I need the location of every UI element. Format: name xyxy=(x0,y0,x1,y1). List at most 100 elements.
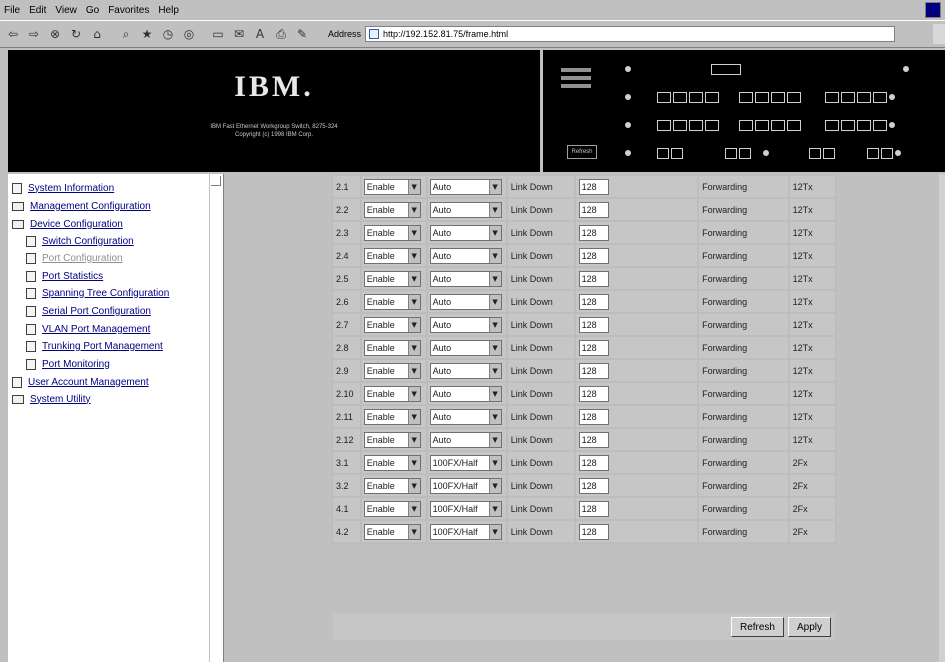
favorites-icon[interactable]: ★ xyxy=(138,25,156,43)
dropdown-arrow-icon[interactable]: ▼ xyxy=(407,432,420,447)
dropdown-arrow-icon[interactable]: ▼ xyxy=(488,317,501,332)
back-icon[interactable]: ⇦ xyxy=(4,25,22,43)
port-icon[interactable] xyxy=(739,91,753,103)
port-speed-select[interactable]: Auto ▼ xyxy=(429,385,502,402)
fiber-port-icon[interactable] xyxy=(809,147,821,159)
fiber-port-icon[interactable] xyxy=(739,147,751,159)
dropdown-arrow-icon[interactable]: ▼ xyxy=(407,455,420,470)
dropdown-arrow-icon[interactable]: ▼ xyxy=(488,501,501,516)
mail-icon[interactable]: ✉ xyxy=(230,25,248,43)
search-icon[interactable]: ⌕ xyxy=(117,25,135,43)
port-enable-select[interactable]: Enable ▼ xyxy=(363,270,421,287)
port-speed-select[interactable]: Auto ▼ xyxy=(429,362,502,379)
dropdown-arrow-icon[interactable]: ▼ xyxy=(488,478,501,493)
dropdown-arrow-icon[interactable]: ▼ xyxy=(407,317,420,332)
forward-icon[interactable]: ⇨ xyxy=(25,25,43,43)
port-icon[interactable] xyxy=(657,119,671,131)
port-speed-select[interactable]: Auto ▼ xyxy=(429,316,502,333)
port-priority-input[interactable]: 128 xyxy=(578,201,609,218)
port-icon[interactable] xyxy=(689,119,703,131)
port-icon[interactable] xyxy=(755,119,769,131)
port-enable-select[interactable]: Enable ▼ xyxy=(363,408,421,425)
port-icon[interactable] xyxy=(673,119,687,131)
dropdown-arrow-icon[interactable]: ▼ xyxy=(488,363,501,378)
dropdown-arrow-icon[interactable]: ▼ xyxy=(488,524,501,539)
port-icon[interactable] xyxy=(825,119,839,131)
dropdown-arrow-icon[interactable]: ▼ xyxy=(488,248,501,263)
dropdown-arrow-icon[interactable]: ▼ xyxy=(488,225,501,240)
tree-item[interactable]: Trunking Port Management xyxy=(26,338,163,354)
menu-item-view[interactable]: View xyxy=(55,5,77,16)
port-speed-select[interactable]: 100FX/Half ▼ xyxy=(429,477,502,494)
port-priority-input[interactable]: 128 xyxy=(578,316,609,333)
stop-icon[interactable]: ⊗ xyxy=(46,25,64,43)
fullscreen-icon[interactable]: ▭ xyxy=(209,25,227,43)
dropdown-arrow-icon[interactable]: ▼ xyxy=(407,478,420,493)
port-enable-select[interactable]: Enable ▼ xyxy=(363,477,421,494)
port-priority-input[interactable]: 128 xyxy=(578,523,609,540)
port-icon[interactable] xyxy=(825,91,839,103)
address-input[interactable]: http://192.152.81.75/frame.html xyxy=(365,26,896,42)
port-enable-select[interactable]: Enable ▼ xyxy=(363,247,421,264)
port-speed-select[interactable]: 100FX/Half ▼ xyxy=(429,523,502,540)
port-priority-input[interactable]: 128 xyxy=(578,431,609,448)
tree-item[interactable]: User Account Management xyxy=(12,374,149,390)
dropdown-arrow-icon[interactable]: ▼ xyxy=(488,455,501,470)
port-icon[interactable] xyxy=(739,119,753,131)
port-enable-select[interactable]: Enable ▼ xyxy=(363,224,421,241)
dropdown-arrow-icon[interactable]: ▼ xyxy=(407,340,420,355)
history-icon[interactable]: ◷ xyxy=(159,25,177,43)
dropdown-arrow-icon[interactable]: ▼ xyxy=(488,386,501,401)
port-priority-input[interactable]: 128 xyxy=(578,293,609,310)
port-speed-select[interactable]: Auto ▼ xyxy=(429,247,502,264)
port-speed-select[interactable]: Auto ▼ xyxy=(429,178,502,195)
port-icon[interactable] xyxy=(705,91,719,103)
dropdown-arrow-icon[interactable]: ▼ xyxy=(488,294,501,309)
port-priority-input[interactable]: 128 xyxy=(578,270,609,287)
dropdown-arrow-icon[interactable]: ▼ xyxy=(407,248,420,263)
port-speed-select[interactable]: Auto ▼ xyxy=(429,270,502,287)
tree-item[interactable]: Port Monitoring xyxy=(26,356,110,372)
refresh-button[interactable]: Refresh xyxy=(730,617,784,637)
dropdown-arrow-icon[interactable]: ▼ xyxy=(488,202,501,217)
menu-item-favorites[interactable]: Favorites xyxy=(108,5,149,16)
port-icon[interactable] xyxy=(673,91,687,103)
port-priority-input[interactable]: 128 xyxy=(578,477,609,494)
port-enable-select[interactable]: Enable ▼ xyxy=(363,201,421,218)
port-enable-select[interactable]: Enable ▼ xyxy=(363,431,421,448)
edit-icon[interactable]: ✎ xyxy=(293,25,311,43)
dropdown-arrow-icon[interactable]: ▼ xyxy=(488,179,501,194)
port-priority-input[interactable]: 128 xyxy=(578,385,609,402)
refresh-icon[interactable]: ↻ xyxy=(67,25,85,43)
tree-item[interactable]: Management Configuration xyxy=(12,198,151,214)
tree-item[interactable]: VLAN Port Management xyxy=(26,321,150,337)
fiber-port-icon[interactable] xyxy=(867,147,879,159)
menu-item-edit[interactable]: Edit xyxy=(29,5,46,16)
dropdown-arrow-icon[interactable]: ▼ xyxy=(407,271,420,286)
dropdown-arrow-icon[interactable]: ▼ xyxy=(407,202,420,217)
port-priority-input[interactable]: 128 xyxy=(578,362,609,379)
port-priority-input[interactable]: 128 xyxy=(578,247,609,264)
fiber-port-icon[interactable] xyxy=(657,147,669,159)
fiber-port-icon[interactable] xyxy=(725,147,737,159)
port-enable-select[interactable]: Enable ▼ xyxy=(363,178,421,195)
port-speed-select[interactable]: Auto ▼ xyxy=(429,339,502,356)
port-speed-select[interactable]: Auto ▼ xyxy=(429,431,502,448)
tree-item[interactable]: Switch Configuration xyxy=(26,233,134,249)
port-priority-input[interactable]: 128 xyxy=(578,339,609,356)
port-icon[interactable] xyxy=(841,91,855,103)
dropdown-arrow-icon[interactable]: ▼ xyxy=(407,363,420,378)
tree-item[interactable]: Device Configuration xyxy=(12,216,123,232)
print-icon[interactable]: ⎙ xyxy=(272,25,290,43)
dropdown-arrow-icon[interactable]: ▼ xyxy=(407,294,420,309)
port-enable-select[interactable]: Enable ▼ xyxy=(363,500,421,517)
menu-item-go[interactable]: Go xyxy=(86,5,99,16)
fiber-port-icon[interactable] xyxy=(671,147,683,159)
port-priority-input[interactable]: 128 xyxy=(578,178,609,195)
panel-refresh-button[interactable]: Refresh xyxy=(567,145,597,159)
tree-item[interactable]: Port Configuration xyxy=(26,250,123,266)
port-priority-input[interactable]: 128 xyxy=(578,454,609,471)
fiber-port-icon[interactable] xyxy=(823,147,835,159)
port-enable-select[interactable]: Enable ▼ xyxy=(363,454,421,471)
dropdown-arrow-icon[interactable]: ▼ xyxy=(488,409,501,424)
